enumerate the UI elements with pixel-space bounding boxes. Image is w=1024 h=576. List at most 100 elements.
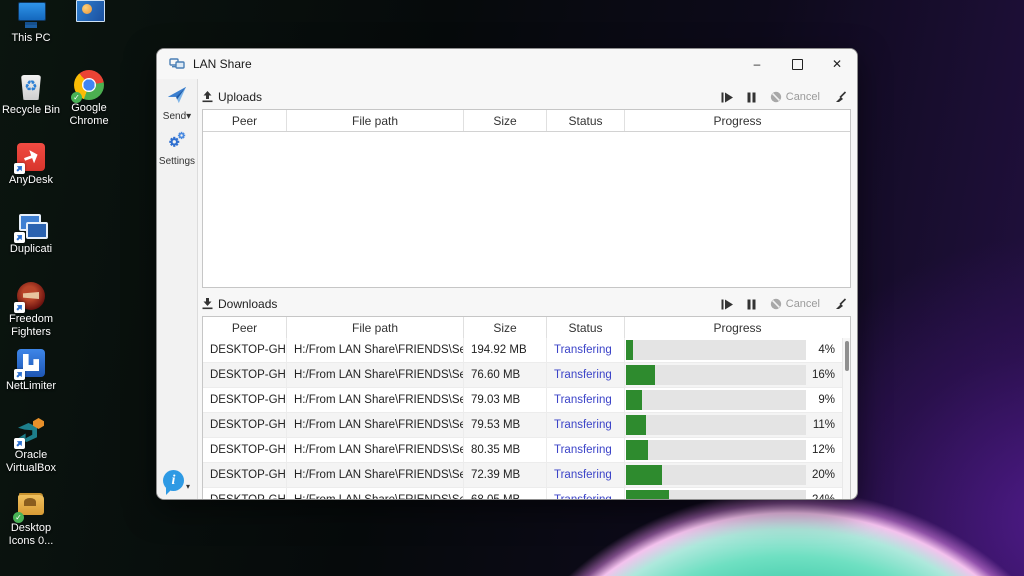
cell-status: Transfering xyxy=(547,413,625,437)
table-row[interactable]: DESKTOP-GH7... H:/From LAN Share\FRIENDS… xyxy=(203,363,850,388)
table-row[interactable]: DESKTOP-GH7... H:/From LAN Share\FRIENDS… xyxy=(203,338,850,363)
progress-bar xyxy=(626,365,806,385)
downloads-scrollbar[interactable] xyxy=(842,338,850,500)
downloads-section-header: Downloads xyxy=(202,292,851,316)
cell-status: Transfering xyxy=(547,438,625,462)
downloads-table-header: Peer File path Size Status Progress xyxy=(203,317,850,339)
broom-icon xyxy=(834,298,847,310)
cell-size: 79.53 MB xyxy=(464,413,547,437)
table-row[interactable]: DESKTOP-GH7... H:/From LAN Share\FRIENDS… xyxy=(203,438,850,463)
cell-size: 72.39 MB xyxy=(464,463,547,487)
downloads-pause-button[interactable] xyxy=(747,299,756,310)
col-size[interactable]: Size xyxy=(464,317,547,338)
uploads-cancel-label: Cancel xyxy=(786,91,820,103)
cell-size: 76.60 MB xyxy=(464,363,547,387)
upload-icon xyxy=(202,91,213,103)
desktop-icon-label: This PC xyxy=(0,32,62,45)
send-button[interactable]: Send▾ xyxy=(163,85,191,122)
shortcut-arrow-icon xyxy=(14,232,25,243)
desktop-icons-grid: ✓ This PC ✓ ✓ Recycle Bin ✓ Google Chrom… xyxy=(0,0,140,576)
col-peer[interactable]: Peer xyxy=(203,110,287,131)
uploads-pause-button[interactable] xyxy=(747,92,756,103)
desktop-icon[interactable]: ✓ xyxy=(58,0,120,32)
col-file-path[interactable]: File path xyxy=(287,317,464,338)
downloads-scrollbar-thumb[interactable] xyxy=(845,341,849,371)
progress-bar xyxy=(626,390,806,410)
progress-bar-fill xyxy=(626,390,642,410)
desktop-icon-image: ✓ xyxy=(16,211,46,241)
uploads-section-label: Uploads xyxy=(218,90,262,104)
table-row[interactable]: DESKTOP-GH7... H:/From LAN Share\FRIENDS… xyxy=(203,463,850,488)
settings-button[interactable]: Settings xyxy=(159,130,195,167)
col-status[interactable]: Status xyxy=(547,110,625,131)
uploads-table-header: Peer File path Size Status Progress xyxy=(203,110,850,132)
cell-progress: 9% xyxy=(625,388,850,412)
cell-peer: DESKTOP-GH7... xyxy=(203,363,287,387)
maximize-button[interactable] xyxy=(777,49,817,79)
desktop-icon-label: Duplicati xyxy=(0,243,62,256)
cell-peer: DESKTOP-GH7... xyxy=(203,463,287,487)
col-progress[interactable]: Progress xyxy=(625,110,850,131)
progress-bar xyxy=(626,465,806,485)
cell-status: Transfering xyxy=(547,338,625,362)
uploads-cancel-button[interactable]: Cancel xyxy=(770,91,820,103)
col-file-path[interactable]: File path xyxy=(287,110,464,131)
table-row[interactable]: DESKTOP-GH7... H:/From LAN Share\FRIENDS… xyxy=(203,488,850,500)
titlebar[interactable]: LAN Share – ✕ xyxy=(157,49,857,79)
shortcut-arrow-icon xyxy=(14,369,25,380)
uploads-label-group: Uploads xyxy=(202,90,262,104)
downloads-resume-button[interactable] xyxy=(721,299,733,310)
downloads-cancel-label: Cancel xyxy=(786,298,820,310)
progress-bar-fill xyxy=(626,365,655,385)
cell-progress: 4% xyxy=(625,338,850,362)
desktop-icon[interactable]: ✓ Desktop Icons 0... xyxy=(0,490,62,548)
settings-label: Settings xyxy=(159,156,195,167)
downloads-clear-button[interactable] xyxy=(834,298,847,310)
desktop-icon[interactable]: ✓ Oracle VirtualBox xyxy=(0,417,62,475)
lan-share-window: LAN Share – ✕ Send▾ xyxy=(156,48,858,500)
cell-peer: DESKTOP-GH7... xyxy=(203,438,287,462)
about-button[interactable]: i ▾ xyxy=(163,470,190,491)
info-icon: i xyxy=(163,470,184,491)
cell-peer: DESKTOP-GH7... xyxy=(203,388,287,412)
info-caret-icon: ▾ xyxy=(186,482,190,491)
desktop-icon[interactable]: ✓ Recycle Bin xyxy=(0,72,62,117)
col-status[interactable]: Status xyxy=(547,317,625,338)
desktop-icon[interactable]: ✓ Google Chrome xyxy=(58,70,120,128)
cell-file-path: H:/From LAN Share\FRIENDS\Season 9\... xyxy=(287,463,464,487)
desktop-icon[interactable]: ✓ Duplicati xyxy=(0,211,62,256)
col-peer[interactable]: Peer xyxy=(203,317,287,338)
col-size[interactable]: Size xyxy=(464,110,547,131)
uploads-resume-button[interactable] xyxy=(721,92,733,103)
shortcut-arrow-icon xyxy=(14,302,25,313)
desktop-icon[interactable]: ✓ NetLimiter xyxy=(0,348,62,393)
shortcut-arrow-icon xyxy=(14,438,25,449)
table-row[interactable]: DESKTOP-GH7... H:/From LAN Share\FRIENDS… xyxy=(203,388,850,413)
col-progress[interactable]: Progress xyxy=(625,317,850,338)
uploads-clear-button[interactable] xyxy=(834,91,847,103)
cell-progress: 24% xyxy=(625,488,850,500)
desktop-wallpaper: ✓ This PC ✓ ✓ Recycle Bin ✓ Google Chrom… xyxy=(0,0,1024,576)
cell-peer: DESKTOP-GH7... xyxy=(203,413,287,437)
resume-icon xyxy=(721,299,733,310)
progress-bar-fill xyxy=(626,440,648,460)
progress-bar-fill xyxy=(626,415,646,435)
cell-status: Transfering xyxy=(547,388,625,412)
desktop-icon[interactable]: ✓ Freedom Fighters xyxy=(0,281,62,339)
downloads-section-label: Downloads xyxy=(218,297,277,311)
cell-size: 79.03 MB xyxy=(464,388,547,412)
downloads-label-group: Downloads xyxy=(202,297,277,311)
desktop-icon[interactable]: ✓ AnyDesk xyxy=(0,142,62,187)
minimize-button[interactable]: – xyxy=(737,49,777,79)
progress-bar-fill xyxy=(626,490,669,500)
downloads-cancel-button[interactable]: Cancel xyxy=(770,298,820,310)
desktop-icon-label: Freedom Fighters xyxy=(0,313,62,339)
table-row[interactable]: DESKTOP-GH7... H:/From LAN Share\FRIENDS… xyxy=(203,413,850,438)
close-button[interactable]: ✕ xyxy=(817,49,857,79)
cell-status: Transfering xyxy=(547,363,625,387)
maximize-icon xyxy=(792,59,803,70)
cancel-icon xyxy=(770,298,782,310)
desktop-icon[interactable]: ✓ This PC xyxy=(0,0,62,45)
desktop-icon-image: ✓ xyxy=(74,0,104,30)
cell-progress: 20% xyxy=(625,463,850,487)
